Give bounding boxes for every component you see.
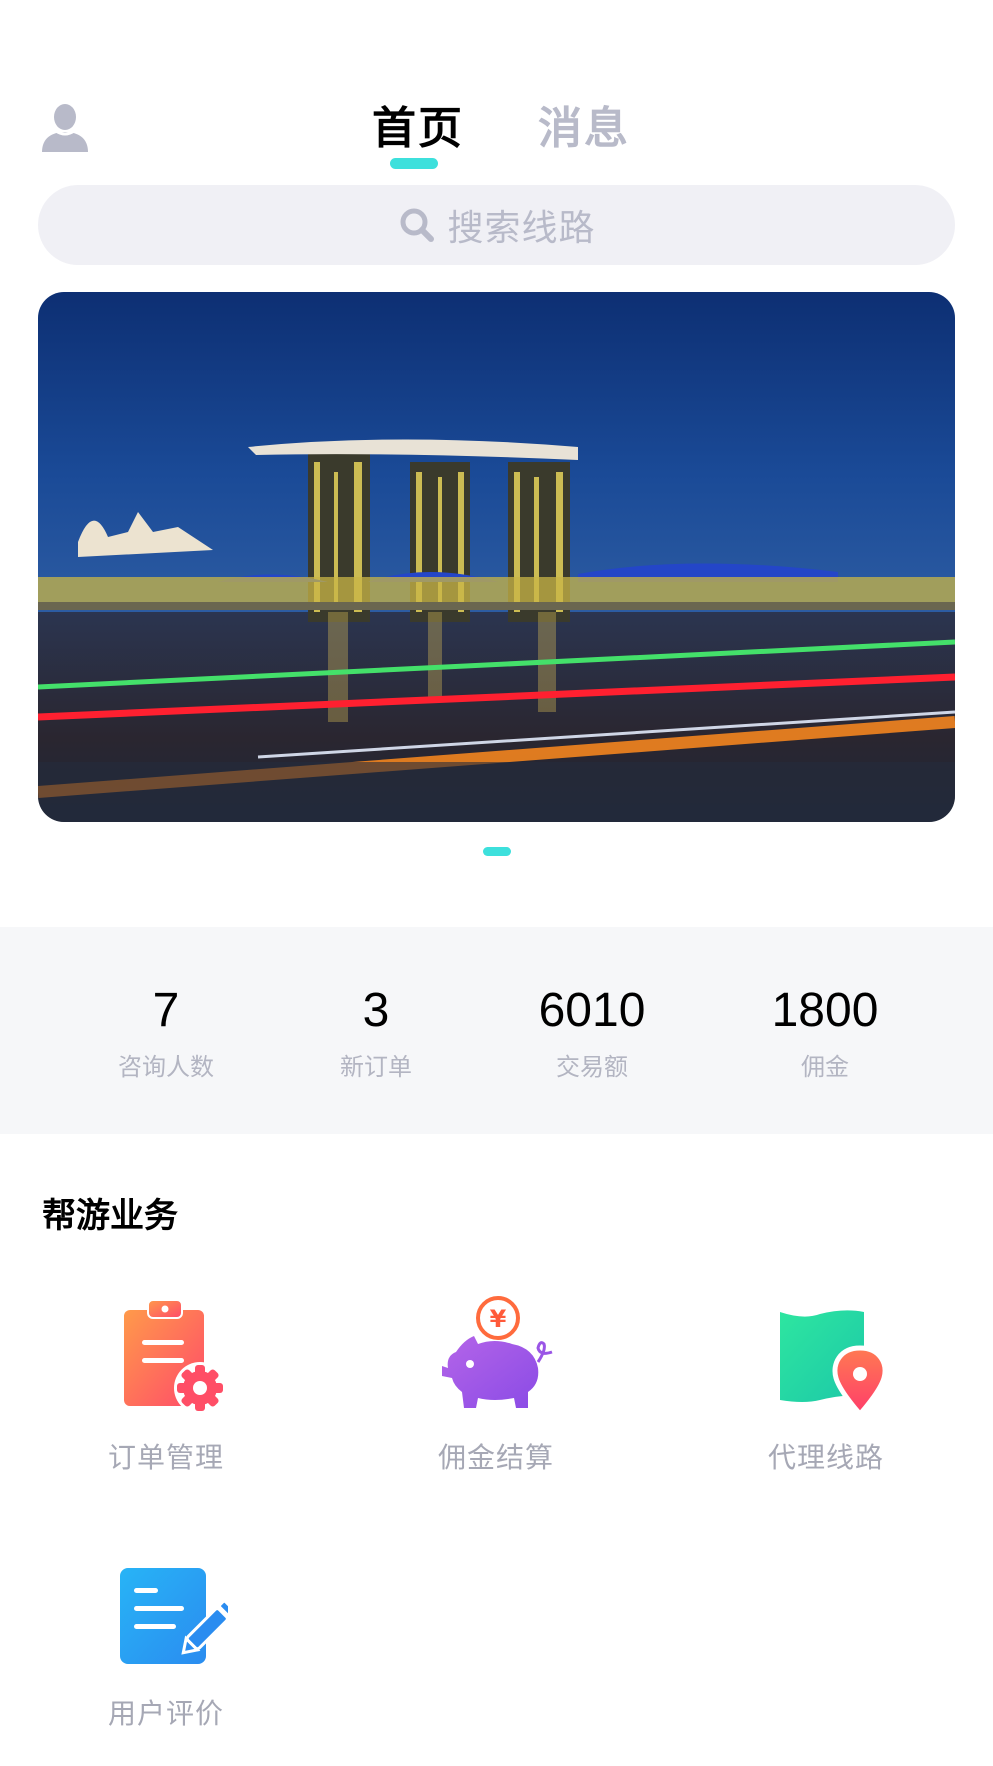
stat-label: 佣金	[801, 1053, 849, 1081]
grid-label: 佣金结算	[437, 1441, 554, 1474]
user-reviews-button[interactable]: 用户评价	[56, 1552, 276, 1732]
stat-value: 3	[362, 984, 390, 1037]
carousel-indicator[interactable]	[483, 847, 511, 856]
stat-transaction-amount[interactable]: 6010 交易额	[482, 987, 702, 1082]
banner-carousel[interactable]	[38, 292, 955, 822]
order-management-button[interactable]: 订单管理	[56, 1296, 276, 1476]
search-icon	[400, 208, 435, 242]
stat-label: 新订单	[340, 1053, 412, 1081]
stats-panel: 7 咨询人数 3 新订单 6010 交易额 1800 佣金	[0, 927, 993, 1134]
svg-text:¥: ¥	[490, 1305, 507, 1333]
edit-note-icon	[120, 1568, 228, 1664]
stat-value: 7	[152, 984, 180, 1037]
stat-consultations[interactable]: 7 咨询人数	[56, 987, 276, 1082]
grid-label: 代理线路	[767, 1441, 884, 1474]
agent-routes-button[interactable]: 代理线路	[716, 1296, 936, 1476]
grid-label: 订单管理	[107, 1441, 224, 1474]
stat-value: 6010	[538, 984, 646, 1037]
map-pin-icon	[780, 1310, 888, 1418]
grid-label: 用户评价	[107, 1697, 224, 1730]
stat-new-orders[interactable]: 3 新订单	[266, 987, 486, 1082]
piggy-bank-icon: ¥	[442, 1296, 553, 1408]
search-placeholder: 搜索线路	[447, 208, 596, 249]
section-title: 帮游业务	[42, 1196, 178, 1236]
stat-label: 交易额	[556, 1053, 628, 1081]
banner-image	[38, 292, 955, 822]
stat-commission[interactable]: 1800 佣金	[715, 987, 935, 1082]
active-tab-indicator	[390, 158, 438, 169]
tab-home[interactable]: 首页	[372, 92, 464, 156]
top-tabs: 首页 消息	[0, 92, 993, 172]
tab-messages[interactable]: 消息	[538, 92, 630, 156]
search-input[interactable]: 搜索线路	[38, 185, 955, 265]
stat-label: 咨询人数	[118, 1053, 214, 1081]
commission-settlement-button[interactable]: ¥ 佣金结算	[386, 1296, 606, 1476]
header: 首页 消息	[0, 0, 993, 180]
clipboard-gear-icon	[124, 1299, 226, 1414]
stat-value: 1800	[771, 984, 879, 1037]
